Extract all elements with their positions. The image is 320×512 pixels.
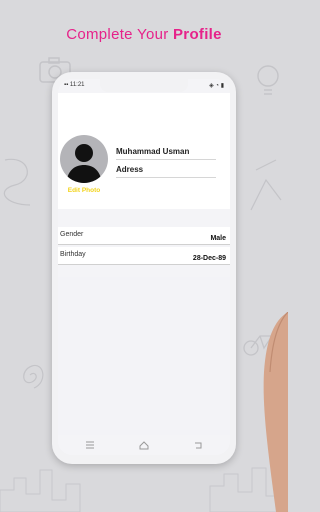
name-field[interactable]: Muhammad Usman bbox=[116, 147, 216, 160]
edit-photo-link[interactable]: Edit Photo bbox=[58, 187, 110, 194]
gender-label: Gender bbox=[60, 231, 84, 238]
birthday-label: Birthday bbox=[60, 251, 86, 258]
swirl-doodle bbox=[3, 158, 31, 206]
headline-bold-text: Profile bbox=[173, 26, 222, 43]
status-icons: ◈ ◔ ▮ bbox=[209, 83, 224, 89]
headline-text: Complete Your bbox=[66, 26, 173, 43]
back-icon[interactable] bbox=[192, 439, 204, 451]
empty-content-area bbox=[58, 277, 230, 435]
address-field[interactable]: Adress bbox=[116, 165, 216, 178]
navigation-bar bbox=[58, 435, 230, 455]
avatar[interactable] bbox=[60, 135, 108, 183]
lines-doodle bbox=[250, 159, 282, 211]
camera-notch bbox=[100, 79, 188, 92]
birthday-value[interactable]: 28-Dec-89 bbox=[193, 255, 226, 262]
phone-screen: ▪▪ 11:21 ◈ ◔ ▮ Edit Photo Muhammad Usman… bbox=[58, 79, 230, 455]
birthday-row[interactable]: Birthday 28-Dec-89 bbox=[58, 247, 230, 265]
hand-image bbox=[263, 312, 288, 512]
gender-value[interactable]: Male bbox=[210, 235, 226, 242]
status-time: ▪▪ 11:21 bbox=[64, 82, 85, 88]
menu-icon[interactable] bbox=[84, 439, 96, 451]
spiral-doodle bbox=[23, 364, 44, 389]
home-icon[interactable] bbox=[138, 439, 150, 451]
lightbulb-doodle bbox=[257, 65, 279, 95]
gender-row[interactable]: Gender Male bbox=[58, 227, 230, 245]
profile-card: Edit Photo Muhammad Usman Adress bbox=[58, 93, 230, 209]
person-silhouette-icon bbox=[66, 144, 102, 183]
page-headline: Complete Your Profile bbox=[0, 26, 288, 43]
